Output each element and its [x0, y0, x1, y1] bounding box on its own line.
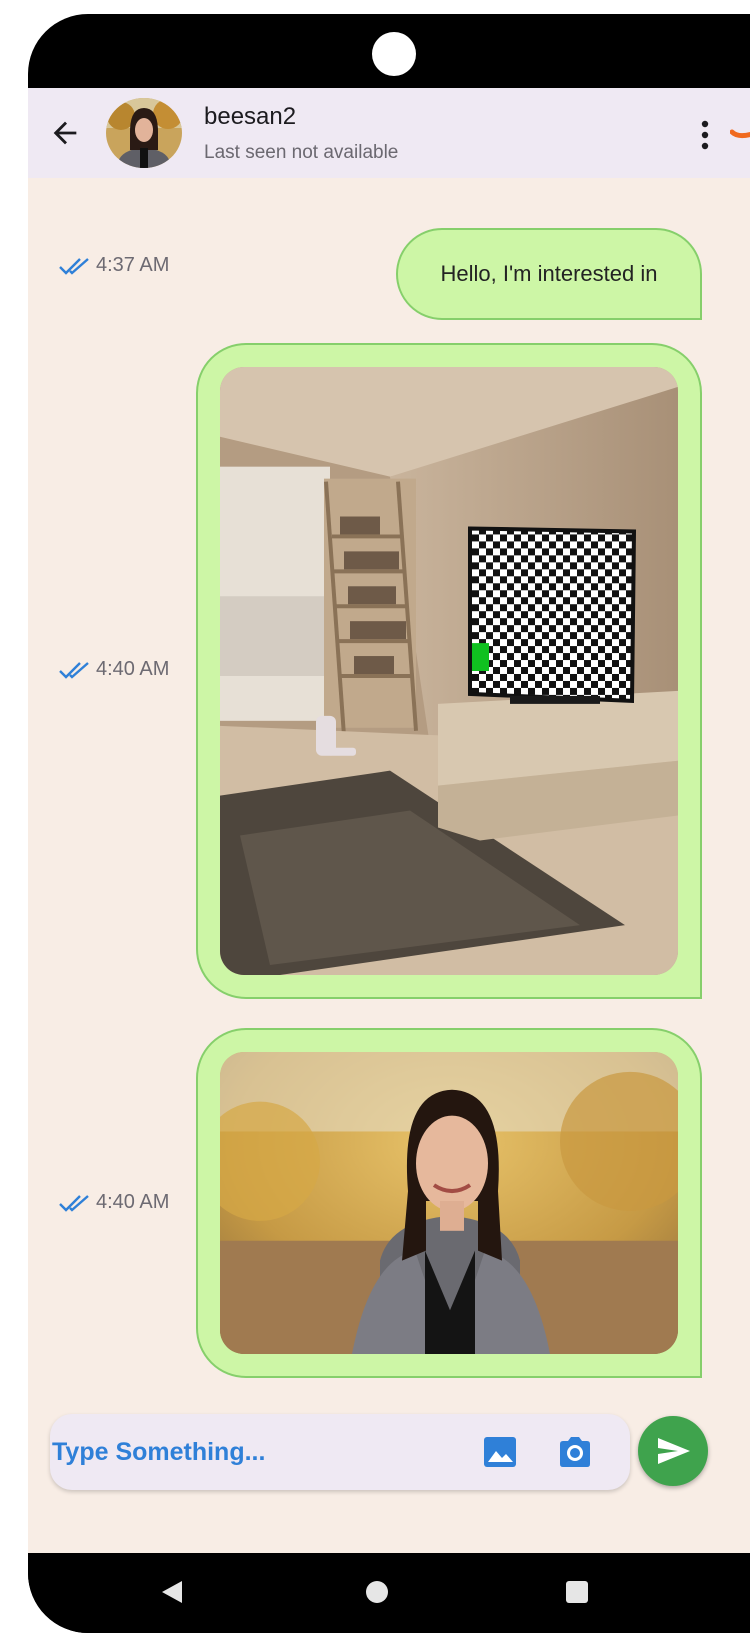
- message-composer: [50, 1414, 630, 1490]
- message-time: 4:37 AM: [96, 254, 170, 276]
- send-button[interactable]: [638, 1416, 708, 1486]
- arrow-back-icon: [53, 121, 77, 145]
- message-bubble-image[interactable]: [196, 1028, 702, 1378]
- message-time: 4:40 AM: [96, 1191, 170, 1213]
- camera-icon: [560, 1437, 590, 1467]
- edge-marker: [730, 129, 750, 139]
- image-icon: [484, 1437, 516, 1467]
- front-camera: [372, 32, 416, 76]
- nav-home-icon[interactable]: [366, 1581, 388, 1603]
- room-photo[interactable]: [220, 367, 678, 975]
- message-meta: 4:40 AM: [58, 1191, 169, 1214]
- camera-button[interactable]: [556, 1434, 594, 1470]
- double-check-icon: [59, 661, 89, 679]
- app-bar: beesan2 Last seen not available: [28, 88, 750, 178]
- contact-name[interactable]: beesan2: [204, 103, 296, 131]
- phone-frame: beesan2 Last seen not available 4:37 AM …: [28, 14, 750, 1633]
- double-check-icon: [59, 257, 89, 275]
- room-photo-graphic: [220, 367, 678, 975]
- message-bubble-text[interactable]: Hello, I'm interested in: [396, 228, 702, 320]
- message-bubble-image[interactable]: [196, 343, 702, 999]
- more-vert-icon: [701, 120, 709, 150]
- message-meta: 4:40 AM: [58, 658, 169, 681]
- back-button[interactable]: [48, 116, 82, 150]
- system-nav-bar: [28, 1553, 750, 1633]
- last-seen-status: Last seen not available: [204, 142, 399, 163]
- message-time: 4:40 AM: [96, 658, 170, 680]
- nav-recents-icon[interactable]: [566, 1581, 588, 1603]
- send-icon: [658, 1438, 690, 1464]
- avatar-photo: [106, 98, 182, 168]
- portrait-photo[interactable]: [220, 1052, 678, 1354]
- avatar[interactable]: [106, 98, 182, 168]
- chat-screen: beesan2 Last seen not available 4:37 AM …: [28, 88, 750, 1553]
- message-text: Hello, I'm interested in: [440, 261, 658, 286]
- portrait-photo-graphic: [220, 1052, 678, 1354]
- gallery-button[interactable]: [482, 1434, 518, 1470]
- nav-back-icon[interactable]: [160, 1579, 186, 1605]
- message-input[interactable]: [52, 1432, 472, 1472]
- double-check-icon: [59, 1194, 89, 1212]
- more-options-button[interactable]: [698, 120, 712, 150]
- message-meta: 4:37 AM: [58, 254, 169, 277]
